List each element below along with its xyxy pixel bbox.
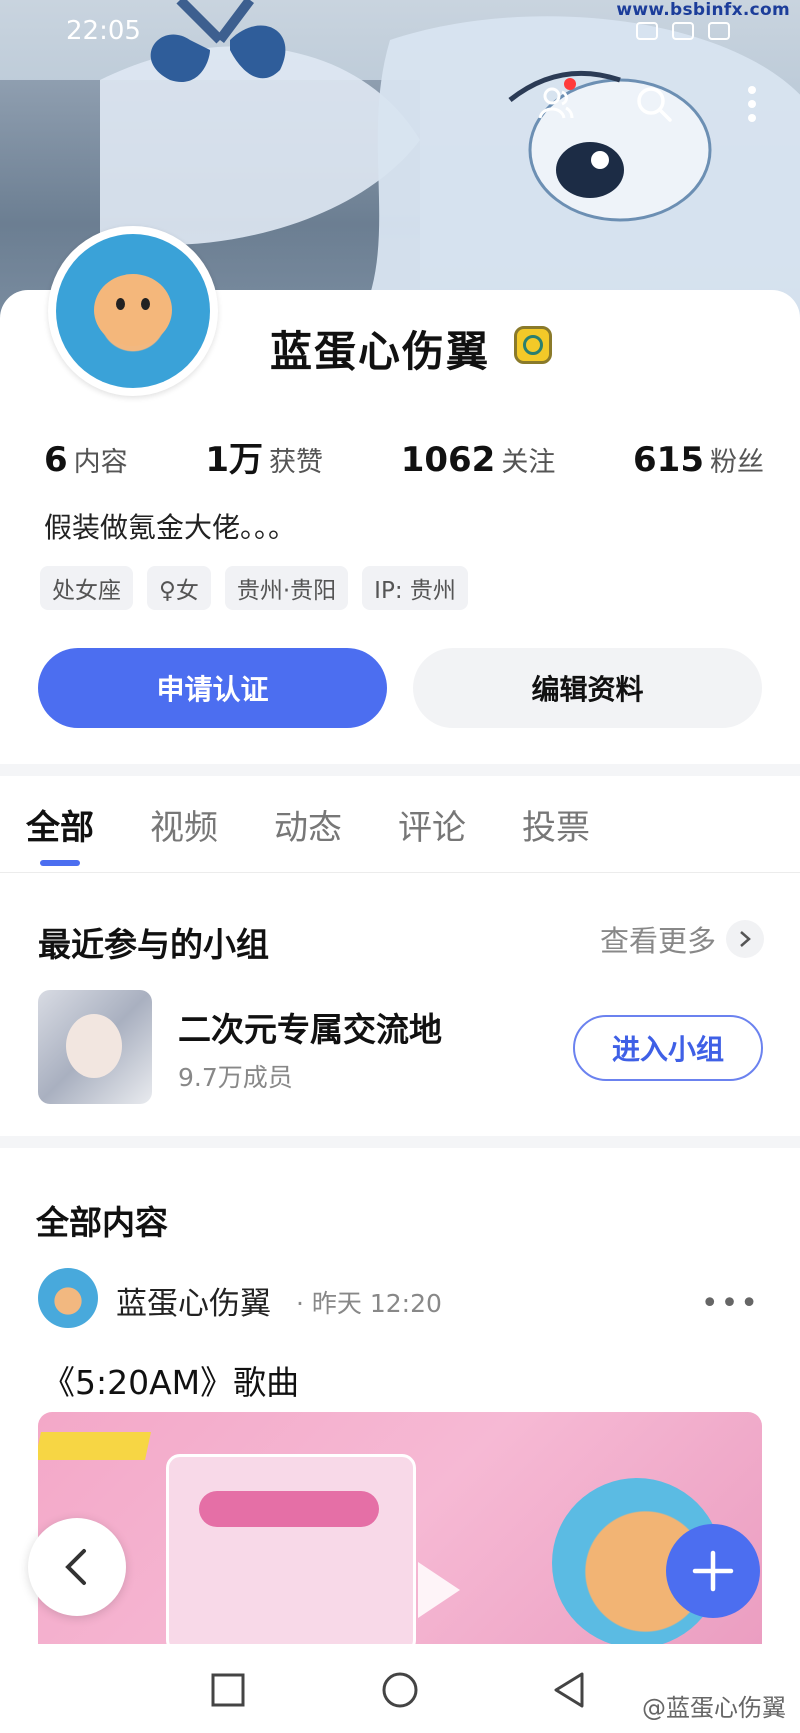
stat-content[interactable]: 6 内容 [44,440,128,480]
plus-icon [692,1550,734,1592]
wifi-icon [672,22,694,40]
people-icon [538,87,574,119]
more-vertical-icon [748,86,756,122]
tabs-divider [0,872,800,873]
stat-number: 1062 [400,440,496,480]
status-bar: 22:05 [0,14,800,54]
back-button[interactable] [28,1518,126,1616]
create-post-button[interactable] [666,1524,760,1618]
status-icons [636,22,730,40]
avatar[interactable] [48,226,218,396]
notification-dot [564,78,576,90]
tab-video[interactable]: 视频 [150,800,218,849]
stat-likes[interactable]: 1万 获赞 [205,432,323,481]
chevron-right-icon [726,920,764,958]
post-time: · 昨天 12:20 [296,1289,442,1318]
nav-back-button[interactable] [548,1668,592,1712]
stat-number: 615 [633,440,704,480]
section-divider [0,764,800,776]
profile-tags: 处女座 ♀女 贵州·贵阳 IP: 贵州 [40,566,468,610]
post-title[interactable]: 《5:20AM》歌曲 [42,1356,299,1404]
stat-following[interactable]: 1062 关注 [401,440,556,480]
tag-location: 贵州·贵阳 [224,566,349,610]
stat-label: 粉丝 [709,447,764,478]
stat-label: 获赞 [269,447,324,478]
tab-all[interactable]: 全部 [26,800,94,866]
status-time: 22:05 [66,16,141,46]
content-section-title: 全部内容 [36,1203,168,1242]
stat-label: 关注 [501,447,556,478]
chevron-left-icon [65,1549,86,1585]
avatar-face [94,274,172,346]
search-button[interactable] [630,80,678,128]
post-more-icon[interactable]: ••• [701,1286,760,1321]
group-name[interactable]: 二次元专属交流地 [178,1003,442,1051]
square-icon [211,1673,245,1707]
enter-group-button[interactable]: 进入小组 [573,1015,763,1081]
see-more-label: 查看更多 [599,924,716,958]
triangle-back-icon [554,1672,584,1708]
stat-number: 1万 [205,440,264,480]
post-author[interactable]: 蓝蛋心伤翼 [116,1278,271,1323]
battery-icon [708,22,730,40]
stat-followers[interactable]: 615 粉丝 [633,440,764,480]
apply-verification-button[interactable]: 申请认证 [38,648,387,728]
stat-label: 内容 [73,447,128,478]
header-actions [532,78,776,128]
tag-zodiac: 处女座 [40,566,133,610]
friends-button[interactable] [532,78,580,128]
circle-icon [382,1672,418,1708]
more-button[interactable] [728,80,776,128]
tag-ip: IP: 贵州 [362,566,468,610]
section-divider [0,1136,800,1148]
profile-bio: 假装做氪金大佬。。。 [44,511,297,544]
edit-profile-button[interactable]: 编辑资料 [413,648,762,728]
image-decoration [38,1432,151,1460]
home-button[interactable] [378,1668,422,1712]
see-more-link[interactable]: 查看更多 [600,918,764,960]
play-icon[interactable] [418,1562,460,1618]
signal-icon [636,22,658,40]
post-image[interactable] [38,1412,762,1644]
post-author-avatar[interactable] [38,1268,98,1328]
tab-moments[interactable]: 动态 [274,800,342,849]
level-badge-icon[interactable] [514,326,552,364]
avatar-image [56,234,210,388]
search-icon [637,87,672,122]
watermark-bottom: @蓝蛋心伤翼 [642,1694,786,1722]
tag-gender: ♀女 [147,566,211,610]
tab-polls[interactable]: 投票 [522,800,590,849]
tab-comments[interactable]: 评论 [398,800,466,849]
image-card-graphic [166,1454,416,1644]
profile-actions: 申请认证 编辑资料 [38,648,762,728]
groups-section-title: 最近参与的小组 [38,925,269,964]
content-tabs: 全部 视频 动态 评论 投票 [26,800,590,866]
profile-stats: 6 内容 1万 获赞 1062 关注 615 粉丝 [44,432,764,481]
group-thumbnail[interactable] [38,990,152,1104]
stat-number: 6 [44,440,68,480]
profile-username: 蓝蛋心伤翼 [270,327,491,376]
recent-apps-button[interactable] [206,1668,250,1712]
group-members: 9.7万成员 [178,1063,293,1092]
